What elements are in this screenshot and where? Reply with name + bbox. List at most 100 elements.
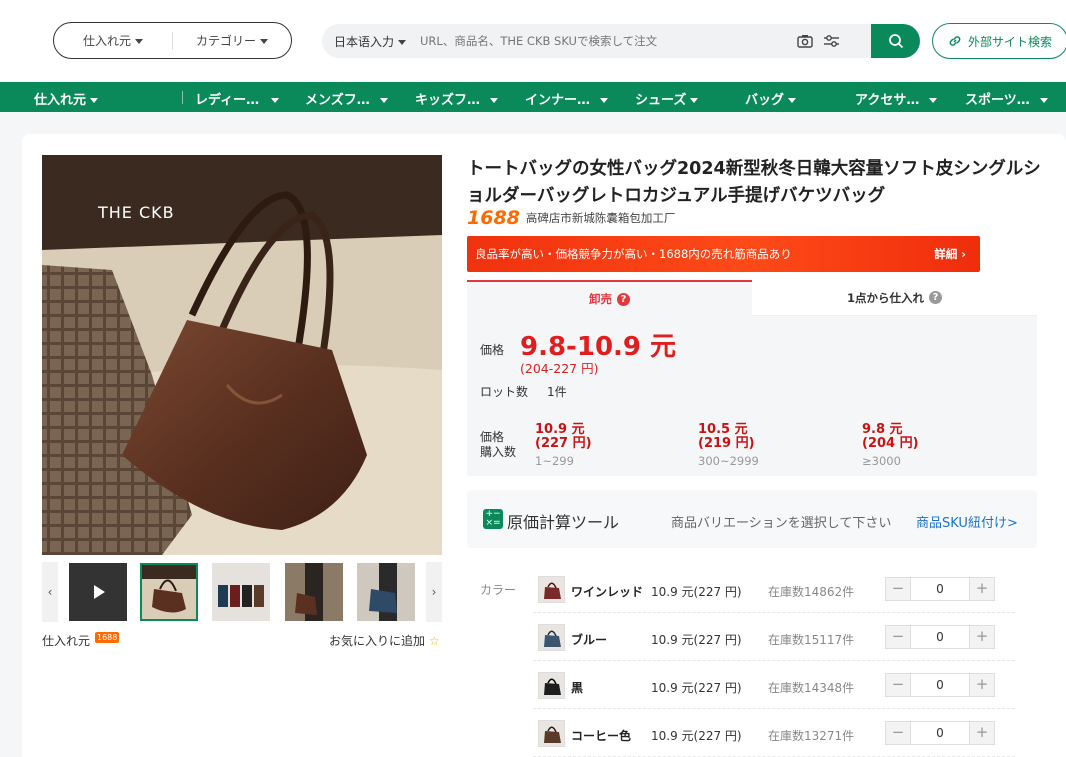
thumbnail-1[interactable] [140, 563, 198, 621]
sku-row: 黒 10.9 元(227 円) 在庫数14348件 −0 + [533, 661, 1015, 709]
decrement-button[interactable]: − [886, 674, 910, 696]
banner-detail-link[interactable]: 詳細 › [934, 246, 966, 262]
nav-item-kids[interactable]: キッズフ… [415, 89, 499, 108]
sku-price: 10.9 元(227 円) [651, 729, 742, 743]
quantity-stepper: −0 + [885, 577, 995, 601]
decrement-button[interactable]: − [886, 578, 910, 600]
decrement-button[interactable]: − [886, 626, 910, 648]
quantity-input[interactable]: 0 [910, 674, 970, 696]
bag-photo: THE CKB [42, 155, 442, 555]
nav-item-bags[interactable]: バッグ [745, 89, 797, 108]
banner-text: 良品率が高い・価格競争力が高い・1688内の売れ筋商品あり [475, 247, 792, 261]
filter-icon[interactable] [820, 30, 842, 52]
sku-color-label: カラー [480, 583, 517, 597]
nav-item-ladies[interactable]: レディー… [195, 89, 280, 108]
camera-icon[interactable] [794, 30, 816, 52]
sku-thumbnail[interactable] [538, 672, 565, 699]
caret-down-icon [690, 98, 699, 103]
sku-thumbnail[interactable] [538, 624, 565, 651]
nav-item-accessories[interactable]: アクセサ… [855, 89, 938, 108]
search-bar: 日本语入力 [322, 24, 871, 58]
caret-down-icon [398, 39, 407, 45]
decrement-button[interactable]: − [886, 722, 910, 744]
sku-price: 10.9 元(227 円) [651, 585, 742, 599]
platform-logo: 1688 [467, 207, 520, 229]
lot-value: 1件 [547, 385, 567, 399]
tab-single-purchase[interactable]: 1点から仕入れ? [752, 280, 1037, 316]
tier-price-yen: (227 円) [535, 436, 592, 451]
sku-name: ブルー [571, 633, 608, 647]
nav-item-sports[interactable]: スポーツ… [965, 89, 1048, 108]
sku-price: 10.9 元(227 円) [651, 633, 742, 647]
quantity-input[interactable]: 0 [910, 626, 970, 648]
caret-down-icon [788, 98, 797, 103]
quantity-input[interactable]: 0 [910, 722, 970, 744]
input-language-dropdown[interactable]: 日本语入力 [334, 33, 420, 50]
favorite-button[interactable]: お気に入りに追加 ☆ [329, 632, 440, 649]
sku-stock: 在庫数13271件 [768, 729, 855, 743]
sku-name: 黒 [571, 681, 584, 695]
thumbnail-4[interactable] [357, 563, 415, 621]
sku-stock: 在庫数14348件 [768, 681, 855, 695]
product-title: トートバッグの女性バッグ2024新型秋冬日韓大容量ソフト皮シングルショルダーバッ… [467, 159, 1041, 206]
nav-item-label: アクセサ… [855, 93, 920, 108]
thumbnail-video[interactable] [69, 563, 127, 621]
thumb-prev-button[interactable]: ‹ [42, 562, 58, 622]
lot-label: ロット数 [480, 385, 529, 399]
tab-wholesale-label: 卸売 [589, 292, 612, 306]
tier-price-yen: (204 円) [862, 436, 919, 451]
thumbnail-2[interactable] [212, 563, 270, 621]
quantity-input[interactable]: 0 [910, 578, 970, 600]
calculator-icon: +− ×= [483, 509, 503, 529]
nav-item-shoes[interactable]: シューズ [635, 89, 699, 108]
category-dropdown[interactable]: カテゴリー [173, 32, 291, 49]
tier-range: 1~299 [535, 454, 574, 468]
link-icon [949, 36, 961, 46]
increment-button[interactable]: + [970, 722, 994, 744]
tab-wholesale[interactable]: 卸売? [467, 280, 752, 316]
chevron-left-icon: ‹ [47, 585, 53, 599]
help-icon[interactable]: ? [929, 291, 942, 304]
increment-button[interactable]: + [970, 674, 994, 696]
input-language-label: 日本语入力 [334, 34, 395, 49]
help-icon[interactable]: ? [617, 292, 630, 306]
nav-item-label: インナー… [525, 93, 591, 108]
caret-down-icon [490, 98, 499, 103]
purchase-tabs: 卸売? 1点から仕入れ? [467, 280, 1037, 316]
increment-button[interactable]: + [970, 626, 994, 648]
thumbnail-3[interactable] [285, 563, 343, 621]
promo-banner: 良品率が高い・価格競争力が高い・1688内の売れ筋商品あり 詳細 › [467, 236, 980, 272]
sku-thumbnail[interactable] [538, 720, 565, 747]
external-search-label: 外部サイト検索 [967, 34, 1052, 49]
search-button[interactable] [871, 24, 920, 58]
header: 仕入れ元 カテゴリー 日本语入力 外部サイト検索 [0, 0, 1066, 82]
sku-row: ワインレッド 10.9 元(227 円) 在庫数14862件 −0 + [533, 565, 1015, 613]
thumb-next-button[interactable]: › [426, 562, 442, 622]
sku-link[interactable]: 商品SKU紐付け> [916, 512, 1018, 531]
nav-item-mens[interactable]: メンズフ… [305, 89, 388, 108]
source-category-selector: 仕入れ元 カテゴリー [53, 22, 292, 59]
product-main-image[interactable]: THE CKB [42, 155, 442, 555]
nav-item-source[interactable]: 仕入れ元 [34, 89, 99, 108]
search-input[interactable] [420, 34, 790, 48]
caret-down-icon [260, 39, 268, 44]
image-footer: 仕入れ元 1688 お気に入りに追加 ☆ [42, 632, 442, 648]
sku-row: コーヒー色 10.9 元(227 円) 在庫数13271件 −0 + [533, 709, 1015, 757]
source-dropdown[interactable]: 仕入れ元 [54, 32, 172, 49]
external-search-button[interactable]: 外部サイト検索 [932, 23, 1066, 59]
seller-name[interactable]: 高碑店市新城陈囊箱包加工厂 [526, 210, 676, 226]
sku-thumbnail[interactable] [538, 576, 565, 603]
increment-button[interactable]: + [970, 578, 994, 600]
nav-item-label: メンズフ… [305, 93, 370, 108]
favorite-label: お気に入りに追加 [329, 634, 426, 648]
sku-name: ワインレッド [571, 585, 644, 599]
caret-down-icon [1039, 98, 1048, 103]
quantity-stepper: −0 + [885, 673, 995, 697]
tier-price: 10.5 元 [698, 422, 748, 437]
price-tier-3: 9.8 元 (204 円) ≥3000 [862, 423, 919, 469]
source-text: 仕入れ元 [42, 634, 91, 648]
nav-item-inner[interactable]: インナー… [525, 89, 609, 108]
price-tier-1: 10.9 元 (227 円) 1~299 [535, 423, 592, 469]
caret-down-icon [929, 98, 938, 103]
sku-row: ブルー 10.9 元(227 円) 在庫数15117件 −0 + [533, 613, 1015, 661]
